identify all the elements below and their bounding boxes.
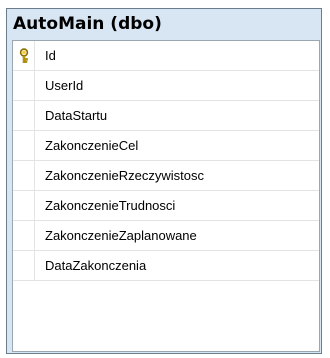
row-selector[interactable] <box>13 71 35 100</box>
column-name: ZakonczenieTrudnosci <box>45 198 176 213</box>
column-name: ZakonczenieRzeczywistosc <box>45 168 204 183</box>
table-diagram-window[interactable]: AutoMain (dbo) Id UserId DataStartu Zako… <box>6 8 322 354</box>
column-name: UserId <box>45 78 84 93</box>
row-selector[interactable] <box>13 41 35 70</box>
column-list: Id UserId DataStartu ZakonczenieCel Zako… <box>12 40 320 352</box>
column-row-datazakonczenia[interactable]: DataZakonczenia <box>13 251 319 281</box>
empty-new-row[interactable] <box>13 281 319 311</box>
column-row-datastartu[interactable]: DataStartu <box>13 101 319 131</box>
column-name: Id <box>45 48 56 63</box>
column-row-zakonczeniecel[interactable]: ZakonczenieCel <box>13 131 319 161</box>
row-selector[interactable] <box>13 191 35 220</box>
column-row-zakonczeniezaplanowane[interactable]: ZakonczenieZaplanowane <box>13 221 319 251</box>
table-title[interactable]: AutoMain (dbo) <box>7 9 321 40</box>
row-selector[interactable] <box>13 251 35 280</box>
row-selector[interactable] <box>13 161 35 190</box>
column-name: ZakonczenieZaplanowane <box>45 228 197 243</box>
primary-key-icon <box>19 48 29 63</box>
column-row-zakonczenierzeczywistosc[interactable]: ZakonczenieRzeczywistosc <box>13 161 319 191</box>
column-name: DataZakonczenia <box>45 258 147 273</box>
row-selector[interactable] <box>13 131 35 160</box>
column-row-zakonczenietrudnosci[interactable]: ZakonczenieTrudnosci <box>13 191 319 221</box>
row-selector[interactable] <box>13 101 35 130</box>
column-name: ZakonczenieCel <box>45 138 139 153</box>
column-row-userid[interactable]: UserId <box>13 71 319 101</box>
row-selector[interactable] <box>13 221 35 250</box>
column-row-id[interactable]: Id <box>13 41 319 71</box>
column-name: DataStartu <box>45 108 108 123</box>
